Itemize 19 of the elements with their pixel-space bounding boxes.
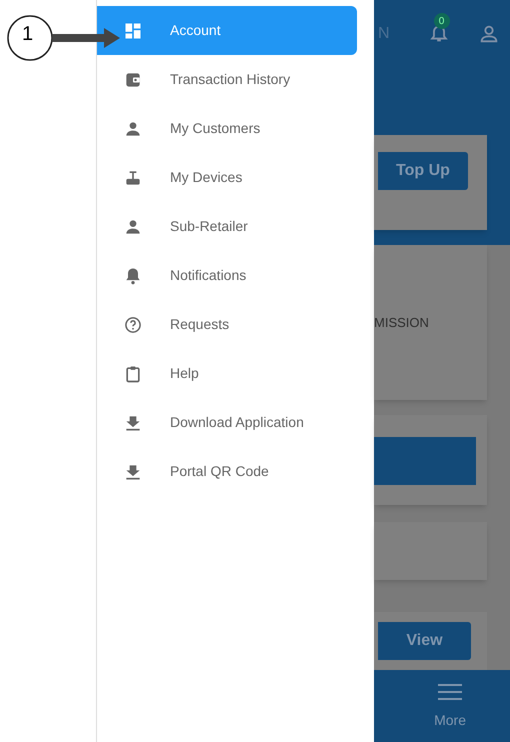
dashboard-icon <box>123 20 143 40</box>
callout-number: 1 <box>22 24 34 44</box>
drawer-item[interactable]: Account <box>97 6 357 55</box>
drawer-item[interactable]: My Devices <box>97 153 357 202</box>
drawer-item[interactable]: Transaction History <box>97 55 357 104</box>
help-icon <box>123 314 143 334</box>
drawer-item[interactable]: My Customers <box>97 104 357 153</box>
top-up-button[interactable]: Top Up <box>378 152 468 190</box>
drawer-item[interactable]: Download Application <box>97 398 357 447</box>
drawer-item[interactable]: Help <box>97 349 357 398</box>
drawer-item[interactable]: Sub-Retailer <box>97 202 357 251</box>
drawer-item[interactable]: Portal QR Code <box>97 447 357 496</box>
notification-badge: 0 <box>434 13 450 29</box>
menu-icon <box>438 684 462 700</box>
view-button[interactable]: View <box>378 622 471 660</box>
card-title: MISSION <box>374 314 429 332</box>
drawer-item[interactable]: Notifications <box>97 251 357 300</box>
more-tab[interactable]: More <box>434 670 466 742</box>
drawer-item[interactable]: Requests <box>97 300 357 349</box>
